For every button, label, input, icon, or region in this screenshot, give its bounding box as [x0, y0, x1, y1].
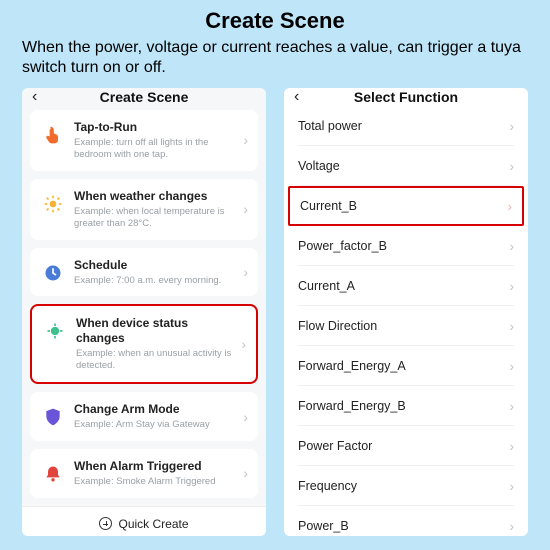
chevron-right-icon: ›	[507, 198, 512, 214]
phone-select-function: ‹ Select Function Total power › Voltage …	[284, 88, 528, 536]
chevron-right-icon: ›	[243, 264, 248, 280]
function-power-factor-b[interactable]: Power_factor_B ›	[284, 226, 528, 266]
function-frequency[interactable]: Frequency ›	[284, 466, 528, 506]
option-title: When Alarm Triggered	[74, 459, 239, 474]
function-list: Total power › Voltage › Current_B › Powe…	[284, 106, 528, 536]
function-total-power[interactable]: Total power ›	[284, 106, 528, 146]
option-subtitle: Example: when an unusual activity is det…	[76, 348, 237, 372]
chevron-right-icon: ›	[509, 438, 514, 454]
chevron-right-icon: ›	[509, 158, 514, 174]
plus-circle-icon	[99, 517, 112, 530]
chevron-right-icon: ›	[241, 336, 246, 352]
clock-icon	[40, 260, 66, 286]
function-voltage[interactable]: Voltage ›	[284, 146, 528, 186]
function-forward-energy-b[interactable]: Forward_Energy_B ›	[284, 386, 528, 426]
function-forward-energy-a[interactable]: Forward_Energy_A ›	[284, 346, 528, 386]
function-label: Flow Direction	[298, 319, 509, 333]
chevron-right-icon: ›	[509, 278, 514, 294]
function-label: Power_B	[298, 519, 509, 533]
chevron-right-icon: ›	[243, 465, 248, 481]
option-schedule[interactable]: Schedule Example: 7:00 a.m. every mornin…	[30, 248, 258, 297]
option-title: Schedule	[74, 258, 239, 273]
option-subtitle: Example: Arm Stay via Gateway	[74, 419, 239, 431]
chevron-right-icon: ›	[509, 238, 514, 254]
option-device-status[interactable]: When device status changes Example: when…	[30, 304, 258, 384]
function-label: Frequency	[298, 479, 509, 493]
option-tap-to-run[interactable]: Tap-to-Run Example: turn off all lights …	[30, 110, 258, 171]
alarm-icon	[40, 461, 66, 487]
function-current-b[interactable]: Current_B ›	[288, 186, 524, 226]
function-label: Current_B	[300, 199, 507, 213]
page-title: Create Scene	[0, 0, 550, 34]
phone-header-title: Select Function	[294, 89, 518, 105]
option-title: When device status changes	[76, 316, 237, 346]
tap-icon	[40, 122, 66, 148]
option-subtitle: Example: Smoke Alarm Triggered	[74, 476, 239, 488]
phones-row: ‹ Create Scene Tap-to-Run Example: turn …	[0, 88, 550, 536]
option-alarm[interactable]: When Alarm Triggered Example: Smoke Alar…	[30, 449, 258, 498]
function-current-a[interactable]: Current_A ›	[284, 266, 528, 306]
chevron-right-icon: ›	[509, 518, 514, 534]
option-title: Change Arm Mode	[74, 402, 239, 417]
scene-options-list: Tap-to-Run Example: turn off all lights …	[22, 106, 266, 506]
option-arm-mode[interactable]: Change Arm Mode Example: Arm Stay via Ga…	[30, 392, 258, 441]
option-subtitle: Example: turn off all lights in the bedr…	[74, 137, 239, 161]
shield-icon	[40, 404, 66, 430]
function-power-b[interactable]: Power_B ›	[284, 506, 528, 536]
quick-create-label: Quick Create	[118, 517, 188, 531]
device-status-icon	[42, 318, 68, 344]
option-title: When weather changes	[74, 189, 239, 204]
chevron-right-icon: ›	[509, 318, 514, 334]
function-flow-direction[interactable]: Flow Direction ›	[284, 306, 528, 346]
chevron-right-icon: ›	[509, 398, 514, 414]
function-label: Total power	[298, 119, 509, 133]
function-label: Current_A	[298, 279, 509, 293]
page-subtitle: When the power, voltage or current reach…	[0, 34, 550, 88]
function-label: Forward_Energy_A	[298, 359, 509, 373]
chevron-right-icon: ›	[243, 201, 248, 217]
quick-create-button[interactable]: Quick Create	[22, 506, 266, 536]
option-weather[interactable]: When weather changes Example: when local…	[30, 179, 258, 240]
phone-header-title: Create Scene	[32, 89, 256, 105]
function-label: Power_factor_B	[298, 239, 509, 253]
phone-create-scene: ‹ Create Scene Tap-to-Run Example: turn …	[22, 88, 266, 536]
option-subtitle: Example: when local temperature is great…	[74, 206, 239, 230]
option-title: Tap-to-Run	[74, 120, 239, 135]
phone-header: ‹ Create Scene	[22, 88, 266, 106]
function-label: Forward_Energy_B	[298, 399, 509, 413]
chevron-right-icon: ›	[243, 409, 248, 425]
chevron-right-icon: ›	[243, 132, 248, 148]
function-label: Power Factor	[298, 439, 509, 453]
sun-icon	[40, 191, 66, 217]
function-power-factor[interactable]: Power Factor ›	[284, 426, 528, 466]
function-label: Voltage	[298, 159, 509, 173]
option-subtitle: Example: 7:00 a.m. every morning.	[74, 275, 239, 287]
chevron-right-icon: ›	[509, 358, 514, 374]
phone-header: ‹ Select Function	[284, 88, 528, 106]
chevron-right-icon: ›	[509, 478, 514, 494]
chevron-right-icon: ›	[509, 118, 514, 134]
